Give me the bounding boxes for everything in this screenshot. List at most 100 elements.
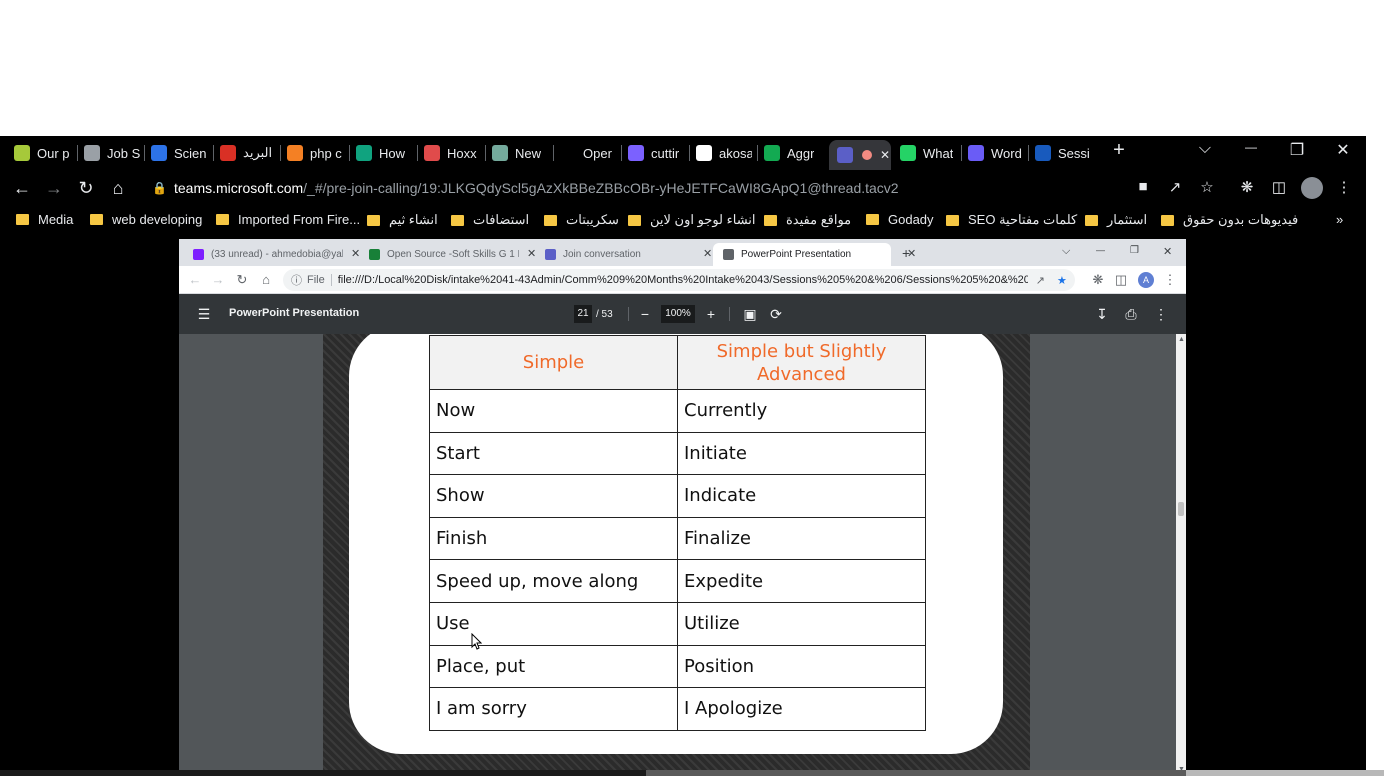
outer-tab-14[interactable]: What [900, 141, 956, 165]
inner-tab-3[interactable]: Join conversation [545, 243, 695, 266]
bookmark-label: استثمار [1107, 212, 1148, 227]
outer-tab-10[interactable]: cuttir [628, 141, 684, 165]
zoom-in-icon[interactable]: + [702, 306, 720, 322]
outer-tab-4[interactable]: البريد [220, 141, 276, 165]
reload-icon[interactable]: ↻ [74, 177, 98, 199]
zoom-out-icon[interactable]: − [636, 306, 654, 322]
close-tab-icon[interactable]: ✕ [880, 148, 890, 162]
bookmark-item[interactable]: web developing [90, 212, 202, 227]
bookmarks-bar: Media web developing Imported From Fire...… [0, 206, 1366, 236]
outer-tab-2[interactable]: Job S [84, 141, 140, 165]
inner-side-panel-icon[interactable]: ◫ [1113, 272, 1129, 288]
bookmark-item[interactable]: SEO كلمات مفتاحية [946, 212, 1077, 228]
outer-tab-8[interactable]: New [492, 141, 548, 165]
inner-tab-2[interactable]: Open Source -Soft Skills G 1 Eng [369, 243, 519, 266]
outer-tab-3[interactable]: Scien [151, 141, 207, 165]
outer-tab-16[interactable]: Sessi [1035, 141, 1091, 165]
outer-tab-label: php c [310, 145, 342, 161]
new-tab-button[interactable]: + [1096, 139, 1142, 162]
home-icon[interactable]: ⌂ [106, 177, 130, 199]
inner-share-icon[interactable]: ↗ [1036, 274, 1045, 287]
outer-tab-12[interactable]: Aggr [764, 141, 820, 165]
close-tab-icon[interactable]: ✕ [527, 247, 536, 260]
inner-forward-icon[interactable]: → [210, 272, 226, 287]
outer-tab-11[interactable]: akosa [696, 141, 752, 165]
bookmark-label: web developing [112, 212, 203, 227]
bookmark-item[interactable]: Imported From Fire... [216, 212, 360, 227]
close-tab-icon[interactable]: ✕ [703, 247, 712, 260]
outer-tab-13[interactable]: ✕ [829, 140, 891, 170]
inner-tab-4[interactable]: PowerPoint Presentation [713, 243, 891, 266]
extensions-icon[interactable]: ❋ [1236, 178, 1258, 196]
github-icon [696, 145, 712, 161]
pdf-scrollbar[interactable]: ▲ ▼ [1176, 334, 1186, 776]
bookmark-item[interactable]: سكريبتات [544, 212, 619, 228]
new-tab-button[interactable]: + [902, 245, 910, 261]
bookmark-item[interactable]: انشاء لوجو اون لاين [628, 212, 756, 228]
bookmark-item[interactable]: فيديوهات بدون حقوق [1161, 212, 1298, 228]
tab-separator [280, 145, 281, 161]
minimize-icon[interactable]: — [1096, 245, 1105, 255]
outer-tab-5[interactable]: php c [287, 141, 343, 165]
inner-reload-icon[interactable]: ↻ [234, 272, 250, 288]
bookmark-item[interactable]: استضافات [451, 212, 529, 228]
fit-page-icon[interactable]: ▣ [741, 306, 759, 323]
bookmark-item[interactable]: Media [16, 212, 73, 227]
forward-icon[interactable]: → [42, 177, 66, 199]
inner-extensions-icon[interactable]: ❋ [1090, 272, 1106, 288]
close-window-icon[interactable]: ✕ [1320, 140, 1366, 160]
bookmark-item[interactable]: Godady [866, 212, 934, 227]
pdf-viewer[interactable]: Simple Simple but Slightly Advanced Now C… [179, 334, 1176, 776]
bookmark-item[interactable]: مواقع مفيدة [764, 212, 851, 228]
inner-url[interactable]: file:///D:/Local%20Disk/intake%2041-43Ad… [338, 274, 1028, 286]
inner-avatar[interactable]: A [1138, 272, 1154, 288]
outer-tab-1[interactable]: Our p [14, 141, 70, 165]
tab-separator [144, 145, 145, 161]
rotate-icon[interactable]: ⟳ [767, 306, 785, 323]
tab-search-icon[interactable]: ⌵ [1182, 140, 1228, 158]
outer-tab-9[interactable]: Oper [560, 141, 616, 165]
close-window-icon[interactable]: ✕ [1163, 245, 1172, 258]
inner-star-icon[interactable]: ★ [1057, 274, 1067, 287]
scroll-up-icon[interactable]: ▲ [1178, 336, 1185, 343]
page-total: / 53 [596, 309, 613, 320]
minimize-icon[interactable]: — [1228, 140, 1274, 154]
inner-back-icon[interactable]: ← [187, 272, 203, 287]
close-tab-icon[interactable]: ✕ [351, 247, 360, 260]
inner-address-bar[interactable]: ⓘ File file:///D:/Local%20Disk/intake%20… [283, 269, 1075, 291]
tab-search-icon[interactable]: ⌵ [1062, 245, 1070, 258]
star-icon[interactable]: ☆ [1196, 178, 1218, 196]
download-icon[interactable]: ↧ [1093, 306, 1111, 323]
share-icon[interactable]: ↗ [1164, 178, 1186, 196]
outer-url[interactable]: teams.microsoft.com/_#/pre-join-calling/… [174, 180, 899, 196]
profile-avatar[interactable] [1301, 177, 1323, 199]
outer-tab-7[interactable]: Hoxx [424, 141, 480, 165]
bookmark-label: انشاء ثيم [389, 212, 438, 227]
tab-separator [621, 145, 622, 161]
bookmark-item[interactable]: انشاء ثيم [367, 212, 438, 228]
scroll-thumb[interactable] [1178, 502, 1184, 516]
outer-tab-label: Job S [107, 145, 140, 161]
bookmark-item[interactable]: استثمار [1085, 212, 1147, 228]
menu-kebab-icon[interactable]: ⋮ [1333, 178, 1355, 196]
outer-tab-6[interactable]: How [356, 141, 412, 165]
restore-icon[interactable]: ❐ [1130, 245, 1139, 256]
yahoo-mail-icon [193, 249, 204, 260]
inner-menu-icon[interactable]: ⋮ [1162, 272, 1178, 288]
zoom-level-input[interactable]: 100% [661, 305, 695, 323]
pdf-more-icon[interactable]: ⋮ [1152, 306, 1170, 323]
side-panel-icon[interactable]: ◫ [1268, 178, 1290, 196]
back-icon[interactable]: ← [10, 177, 34, 199]
inner-tab-1[interactable]: (33 unread) - ahmedobia@yahoo [193, 243, 343, 266]
print-icon[interactable]: ⎙ [1122, 306, 1140, 323]
page-number-input[interactable]: 21 [574, 305, 592, 323]
camera-icon[interactable]: ■ [1132, 178, 1154, 195]
restore-icon[interactable]: ❐ [1274, 140, 1320, 160]
bookmarks-overflow-button[interactable]: » [1336, 212, 1343, 227]
outer-tab-15[interactable]: Word [968, 141, 1024, 165]
hamburger-menu-icon[interactable]: ☰ [195, 306, 213, 323]
taskbar-segment [646, 770, 1186, 776]
inner-home-icon[interactable]: ⌂ [258, 272, 274, 287]
outer-address-bar[interactable]: 🔒 teams.microsoft.com/_#/pre-join-callin… [142, 173, 1227, 203]
url-host: teams.microsoft.com [174, 180, 304, 196]
